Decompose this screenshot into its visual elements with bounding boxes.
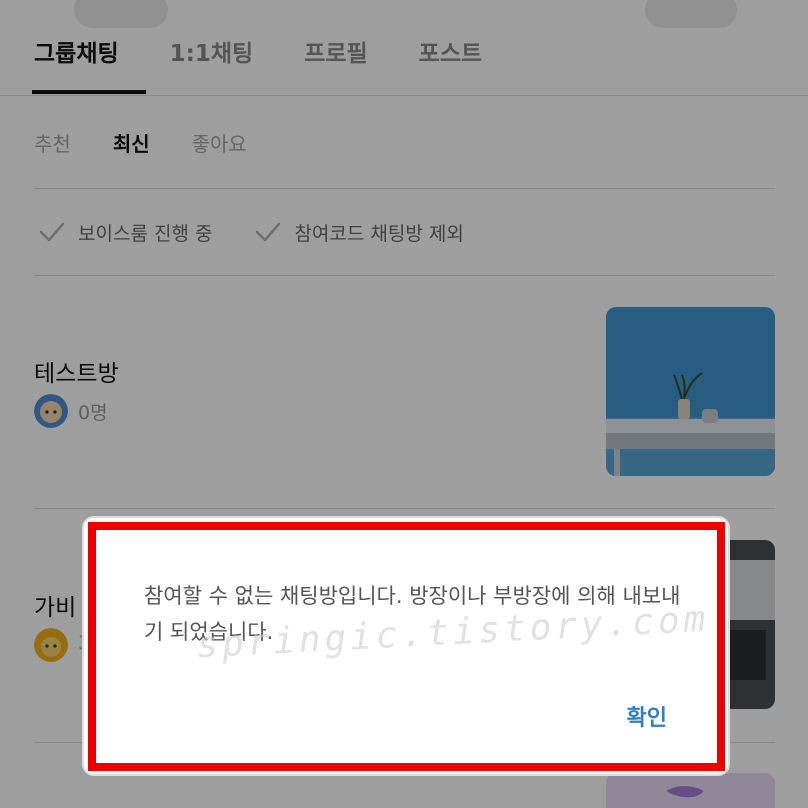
alert-dialog: 참여할 수 없는 채팅방입니다. 방장이나 부방장에 의해 내보내기 되었습니다… xyxy=(88,522,725,771)
confirm-button[interactable]: 확인 xyxy=(627,700,667,732)
open-chat-screen: 그룹채팅 1:1채팅 프로필 포스트 추천 최신 좋아요 보이스룸 진행 중 참… xyxy=(0,0,808,808)
dialog-message: 참여할 수 없는 채팅방입니다. 방장이나 부방장에 의해 내보내기 되었습니다… xyxy=(144,584,681,644)
